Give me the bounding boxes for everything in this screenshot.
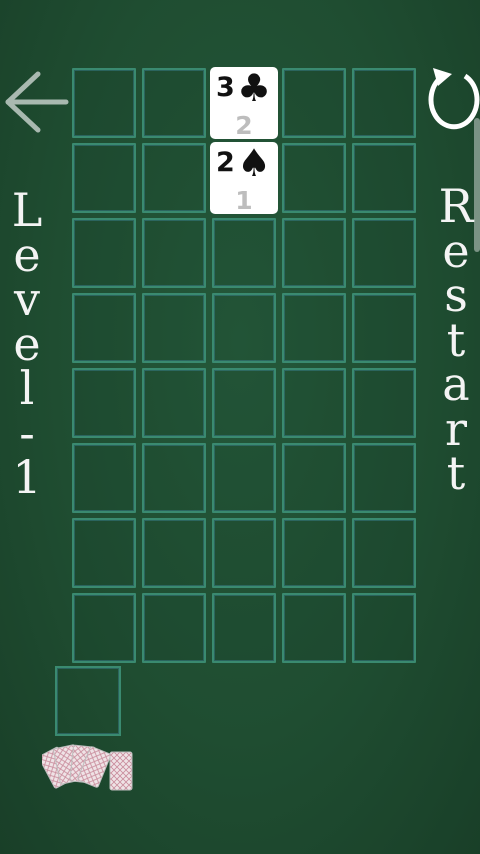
- board-cell[interactable]: [212, 443, 276, 513]
- restart-label[interactable]: Restart: [430, 179, 480, 500]
- restart-label-char: a: [442, 357, 470, 411]
- level-label-char: e: [13, 316, 41, 371]
- restart-label-char: t: [446, 312, 466, 367]
- board-cell[interactable]: [352, 218, 416, 288]
- board-cell[interactable]: [142, 293, 206, 363]
- hand-slot[interactable]: [55, 666, 121, 736]
- board-cell[interactable]: [352, 518, 416, 588]
- board-cell[interactable]: [212, 593, 276, 663]
- board-cell[interactable]: [72, 518, 136, 588]
- board-cell[interactable]: [142, 518, 206, 588]
- board-cell[interactable]: [72, 593, 136, 663]
- board-cell[interactable]: [142, 143, 206, 213]
- board-cell[interactable]: [72, 143, 136, 213]
- board-cell[interactable]: [142, 68, 206, 138]
- board-cell[interactable]: [212, 293, 276, 363]
- card-number: 1: [235, 186, 253, 214]
- board-cell[interactable]: [212, 518, 276, 588]
- restart-label-char: s: [444, 268, 468, 322]
- board-cell[interactable]: [282, 593, 346, 663]
- board-cell[interactable]: [352, 443, 416, 513]
- board-cell[interactable]: [142, 593, 206, 663]
- game-board: 3 ♣ 2 2 ♠ 1: [70, 67, 420, 663]
- board-cell[interactable]: [352, 293, 416, 363]
- board-cell[interactable]: [282, 218, 346, 288]
- left-arrow-icon: [5, 71, 69, 133]
- board-cell[interactable]: [72, 293, 136, 363]
- restart-label-char: r: [445, 401, 467, 456]
- card-rank: 3: [216, 72, 235, 103]
- board-cell[interactable]: [142, 218, 206, 288]
- board-cell[interactable]: [282, 518, 346, 588]
- restart-label-char: t: [446, 446, 466, 500]
- back-button[interactable]: [2, 70, 70, 134]
- board-cell[interactable]: [212, 368, 276, 438]
- board-cell[interactable]: [282, 293, 346, 363]
- level-label-char: v: [14, 272, 40, 326]
- restart-label-char: R: [438, 179, 474, 233]
- level-label-char: 1: [12, 450, 42, 504]
- board-cell[interactable]: [72, 218, 136, 288]
- board-cell[interactable]: [212, 218, 276, 288]
- board-cell[interactable]: [352, 368, 416, 438]
- playing-card-2-spades[interactable]: 2 ♠ 1: [210, 142, 278, 214]
- playing-card-3-clubs[interactable]: 3 ♣ 2: [210, 67, 278, 139]
- board-cell[interactable]: [282, 368, 346, 438]
- board-cell[interactable]: [142, 368, 206, 438]
- board-cell[interactable]: [352, 143, 416, 213]
- board-cell[interactable]: [282, 143, 346, 213]
- restart-icon: [428, 68, 480, 130]
- board-cell[interactable]: [352, 68, 416, 138]
- board-cell[interactable]: [282, 68, 346, 138]
- spades-icon: ♠: [237, 142, 272, 185]
- card-fan-icon: [38, 744, 133, 791]
- level-label-char: -: [19, 405, 35, 460]
- level-label-char: L: [11, 183, 43, 237]
- restart-button[interactable]: [428, 64, 480, 140]
- restart-label-char: e: [442, 223, 470, 278]
- board-cell[interactable]: [72, 368, 136, 438]
- clubs-icon: ♣: [237, 67, 272, 110]
- card-number: 2: [235, 111, 253, 139]
- level-label-char: e: [13, 227, 41, 282]
- level-label-char: l: [19, 361, 35, 415]
- board-cell[interactable]: [352, 593, 416, 663]
- board-cell[interactable]: [282, 443, 346, 513]
- deck-pile[interactable]: [38, 740, 138, 796]
- board-cell[interactable]: [72, 443, 136, 513]
- board-cell[interactable]: [142, 443, 206, 513]
- level-label: Level-1: [2, 183, 52, 504]
- board-cell[interactable]: [72, 68, 136, 138]
- card-rank: 2: [216, 147, 235, 178]
